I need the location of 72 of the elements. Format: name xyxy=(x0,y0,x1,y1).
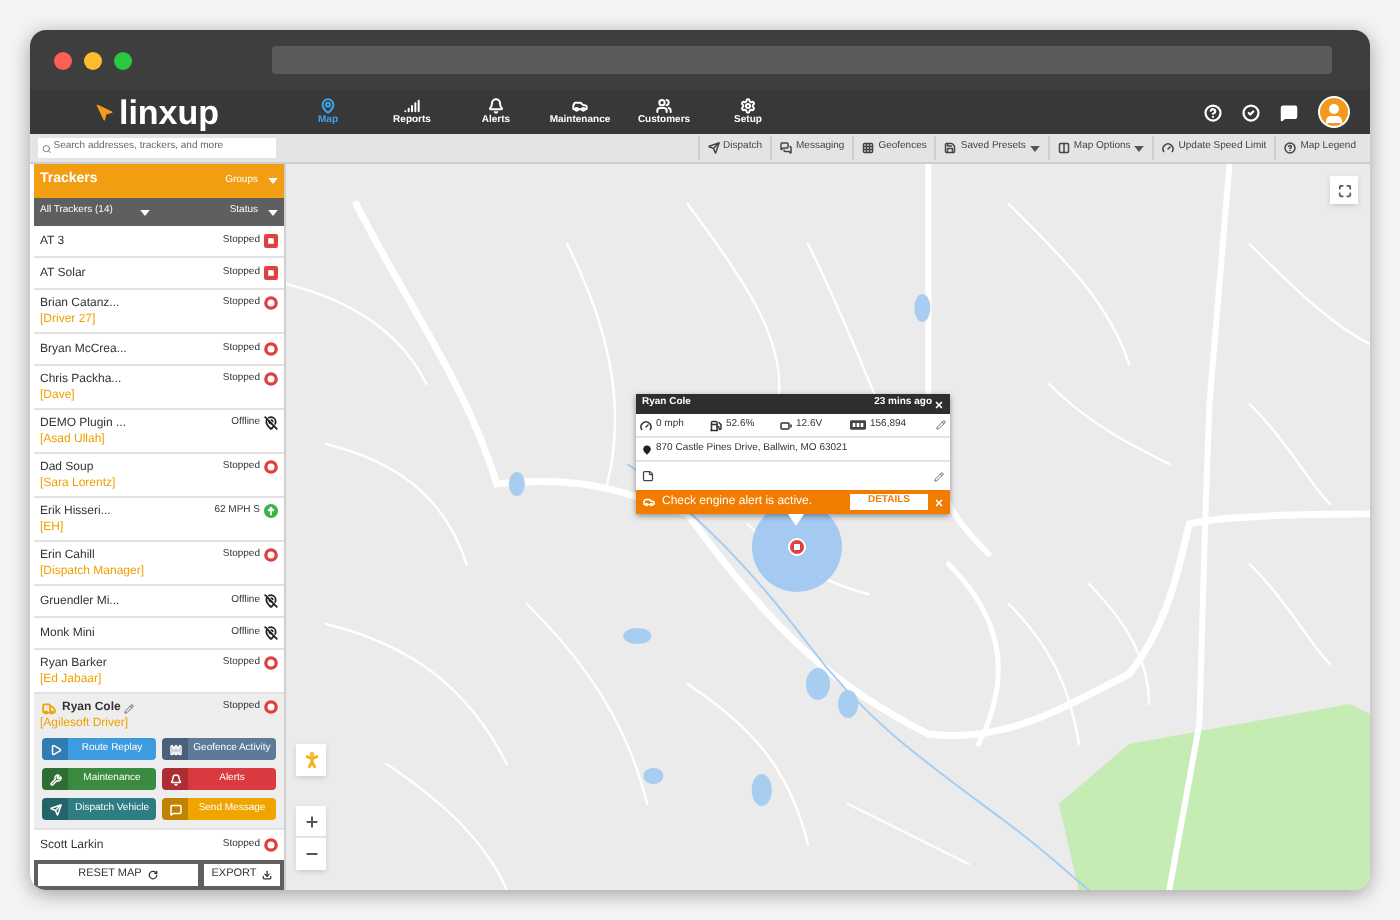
stopped-ring-icon xyxy=(264,700,278,715)
search-icon xyxy=(42,143,52,153)
check-icon[interactable] xyxy=(1242,103,1260,121)
pond xyxy=(643,768,664,784)
play-icon xyxy=(49,743,61,755)
download-icon xyxy=(262,870,273,880)
pond xyxy=(751,774,772,806)
location-pin-icon xyxy=(642,443,652,455)
pond xyxy=(838,690,859,718)
pond xyxy=(805,668,830,700)
maximize-window-icon[interactable] xyxy=(114,51,132,69)
edit-icon[interactable] xyxy=(936,420,946,430)
grid-icon xyxy=(862,142,875,154)
plus-icon xyxy=(303,813,319,829)
caret-icon xyxy=(140,209,151,215)
edit-icon xyxy=(124,703,135,713)
bell-icon xyxy=(488,98,504,114)
edit-icon[interactable] xyxy=(934,471,944,481)
chat-icon xyxy=(780,142,792,154)
pin-off-icon xyxy=(264,416,278,431)
odometer-icon xyxy=(850,420,866,430)
close-window-icon[interactable] xyxy=(54,51,72,69)
logo-text: linxup xyxy=(118,95,220,129)
help-icon[interactable] xyxy=(1204,103,1222,121)
car-icon xyxy=(572,98,588,114)
note-icon[interactable] xyxy=(642,470,654,482)
fuel-pump-icon xyxy=(710,419,722,431)
popup-pointer-icon xyxy=(788,514,804,526)
pond xyxy=(914,294,931,322)
caret-icon xyxy=(268,178,278,184)
pond xyxy=(623,628,652,644)
stopped-square-icon xyxy=(264,234,278,248)
gauge-icon xyxy=(640,419,652,431)
paper-plane-icon xyxy=(49,803,61,815)
gauge-icon xyxy=(1162,142,1175,154)
save-icon xyxy=(944,142,957,154)
engine-alert-icon xyxy=(642,496,656,508)
caret-icon xyxy=(268,209,278,215)
stopped-ring-icon xyxy=(264,342,278,356)
bar-chart-icon xyxy=(404,98,420,114)
chat-icon[interactable] xyxy=(1280,103,1298,121)
wrench-icon xyxy=(49,773,61,785)
stopped-ring-icon xyxy=(264,372,278,387)
person-icon xyxy=(301,748,321,772)
stopped-ring-icon xyxy=(264,548,278,563)
fullscreen-icon xyxy=(1337,183,1351,197)
stopped-square-icon xyxy=(264,266,278,280)
pond xyxy=(508,472,525,496)
fullscreen-button[interactable] xyxy=(1330,176,1358,204)
battery-icon xyxy=(780,419,792,431)
avatar-icon[interactable] xyxy=(1318,96,1350,128)
columns-icon xyxy=(1057,142,1070,154)
stopped-ring-icon xyxy=(264,656,278,671)
help-icon xyxy=(1284,142,1297,154)
close-icon[interactable] xyxy=(934,399,944,409)
pin-off-icon xyxy=(264,626,278,640)
refresh-icon xyxy=(147,870,158,880)
map-pin-icon xyxy=(320,98,336,114)
settings-icon xyxy=(740,98,756,114)
stopped-ring-icon xyxy=(264,838,278,852)
fence-icon xyxy=(169,743,181,755)
users-icon xyxy=(656,98,672,114)
truck-icon xyxy=(40,701,58,715)
chat-icon xyxy=(169,803,181,815)
stopped-ring-icon xyxy=(264,460,278,475)
paper-plane-icon xyxy=(707,142,720,154)
stopped-ring-icon xyxy=(264,296,278,311)
pin-off-icon xyxy=(264,594,278,608)
bell-icon xyxy=(169,773,181,785)
arrow-logo-icon xyxy=(96,103,115,121)
moving-arrow-icon xyxy=(264,504,278,519)
minimize-window-icon[interactable] xyxy=(84,51,102,69)
